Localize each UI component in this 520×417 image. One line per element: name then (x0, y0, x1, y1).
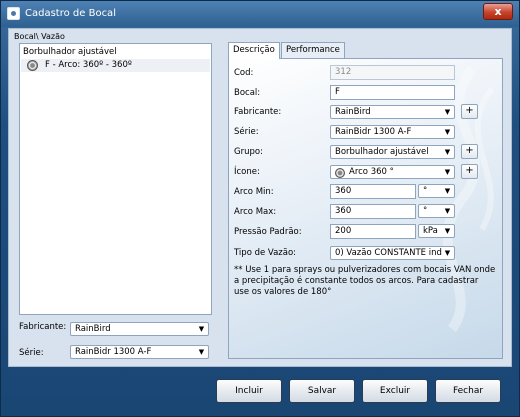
title-bar: Cadastro de Bocal x (1, 1, 519, 27)
fabricante-label: Fabricante: (234, 107, 282, 117)
serie-label: Série: (234, 127, 259, 137)
tree-child-label: F - Arco: 360º - 360º (45, 60, 132, 70)
icone-label: Ícone: (234, 167, 260, 177)
arco-max-field[interactable]: 360 (330, 204, 416, 219)
help-note: ** Use 1 para sprays ou pulverizadores c… (234, 265, 496, 297)
tree-root-node[interactable]: Borbulhador ajustável (23, 47, 117, 57)
tipo-vazao-label: Tipo de Vazão: (234, 248, 297, 258)
salvar-button[interactable]: Salvar (289, 379, 355, 403)
arc-icon (335, 168, 345, 178)
tree-child-node[interactable]: F - Arco: 360º - 360º (21, 59, 210, 72)
fabricante-value: RainBird (335, 107, 371, 117)
chevron-down-icon: ▼ (198, 348, 205, 356)
arco-min-label: Arco Min: (234, 187, 274, 197)
pressao-unit: kPa (423, 226, 438, 236)
arco-max-unit-select[interactable]: ° ▼ (418, 204, 455, 218)
nozzle-tree[interactable]: Borbulhador ajustável F - Arco: 360º - 3… (19, 43, 212, 315)
nozzle-icon (27, 60, 38, 71)
chevron-down-icon: ▼ (444, 249, 451, 257)
arco-min-field[interactable]: 360 (330, 184, 416, 199)
tab-descricao[interactable]: Descrição (228, 42, 280, 59)
arco-max-unit: ° (423, 206, 428, 216)
add-fabricante-button[interactable]: + (461, 104, 478, 119)
serie-value: RainBidr 1300 A-F (335, 127, 412, 137)
app-icon (7, 7, 20, 20)
icone-value: Arco 360 ° (349, 167, 394, 177)
cod-field: 312 (330, 65, 455, 80)
chevron-down-icon: ▼ (198, 325, 205, 333)
tipo-vazao-value: 0) Vazão CONSTANTE ind (335, 248, 442, 258)
filter-serie-select[interactable]: RainBidr 1300 A-F ▼ (70, 345, 209, 359)
filter-fabricante-label: Fabricante: (19, 322, 67, 332)
bocal-field[interactable]: F (330, 85, 455, 100)
filter-serie-label: Série: (19, 348, 44, 358)
filter-fabricante-value: RainBird (75, 324, 111, 334)
arco-min-unit: ° (423, 186, 428, 196)
close-button[interactable]: x (483, 3, 513, 20)
serie-select[interactable]: RainBidr 1300 A-F ▼ (330, 125, 455, 139)
descricao-panel: Cod: 312 Bocal: F Fabricante: RainBird ▼… (228, 58, 503, 359)
grupo-label: Grupo: (234, 147, 263, 157)
chevron-down-icon: ▼ (444, 128, 451, 136)
icone-select[interactable]: Arco 360 ° ▼ (330, 165, 455, 179)
cod-label: Cod: (234, 68, 254, 78)
grupo-value: Borbulhador ajustável (335, 147, 429, 157)
incluir-button[interactable]: Incluir (216, 379, 282, 403)
chevron-down-icon: ▼ (444, 207, 451, 215)
chevron-down-icon: ▼ (444, 148, 451, 156)
grupo-select[interactable]: Borbulhador ajustável ▼ (330, 145, 455, 159)
tab-performance[interactable]: Performance (281, 42, 345, 58)
chevron-down-icon: ▼ (444, 108, 451, 116)
arco-max-label: Arco Max: (234, 207, 277, 217)
chevron-down-icon: ▼ (444, 227, 451, 235)
filter-fabricante-select[interactable]: RainBird ▼ (70, 322, 209, 336)
pressao-label: Pressão Padrão: (234, 227, 302, 237)
window: Cadastro de Bocal x Bocal\ Vazão Borbulh… (0, 0, 520, 417)
chevron-down-icon: ▼ (444, 187, 451, 195)
pressao-unit-select[interactable]: kPa ▼ (418, 224, 455, 238)
tree-caption: Bocal\ Vazão (14, 32, 65, 41)
filter-serie-value: RainBidr 1300 A-F (75, 347, 152, 357)
arco-min-unit-select[interactable]: ° ▼ (418, 184, 455, 198)
chevron-down-icon: ▼ (444, 168, 451, 176)
bocal-label: Bocal: (234, 88, 261, 98)
tipo-vazao-select[interactable]: 0) Vazão CONSTANTE ind ▼ (330, 246, 455, 260)
client-area: Bocal\ Vazão Borbulhador ajustável F - A… (8, 28, 512, 367)
fabricante-select[interactable]: RainBird ▼ (330, 105, 455, 119)
fechar-button[interactable]: Fechar (435, 379, 501, 403)
excluir-button[interactable]: Excluir (362, 379, 428, 403)
add-icone-button[interactable]: + (461, 164, 478, 179)
add-grupo-button[interactable]: + (461, 144, 478, 159)
pressao-field[interactable]: 200 (330, 224, 416, 239)
window-title: Cadastro de Bocal (25, 8, 116, 19)
